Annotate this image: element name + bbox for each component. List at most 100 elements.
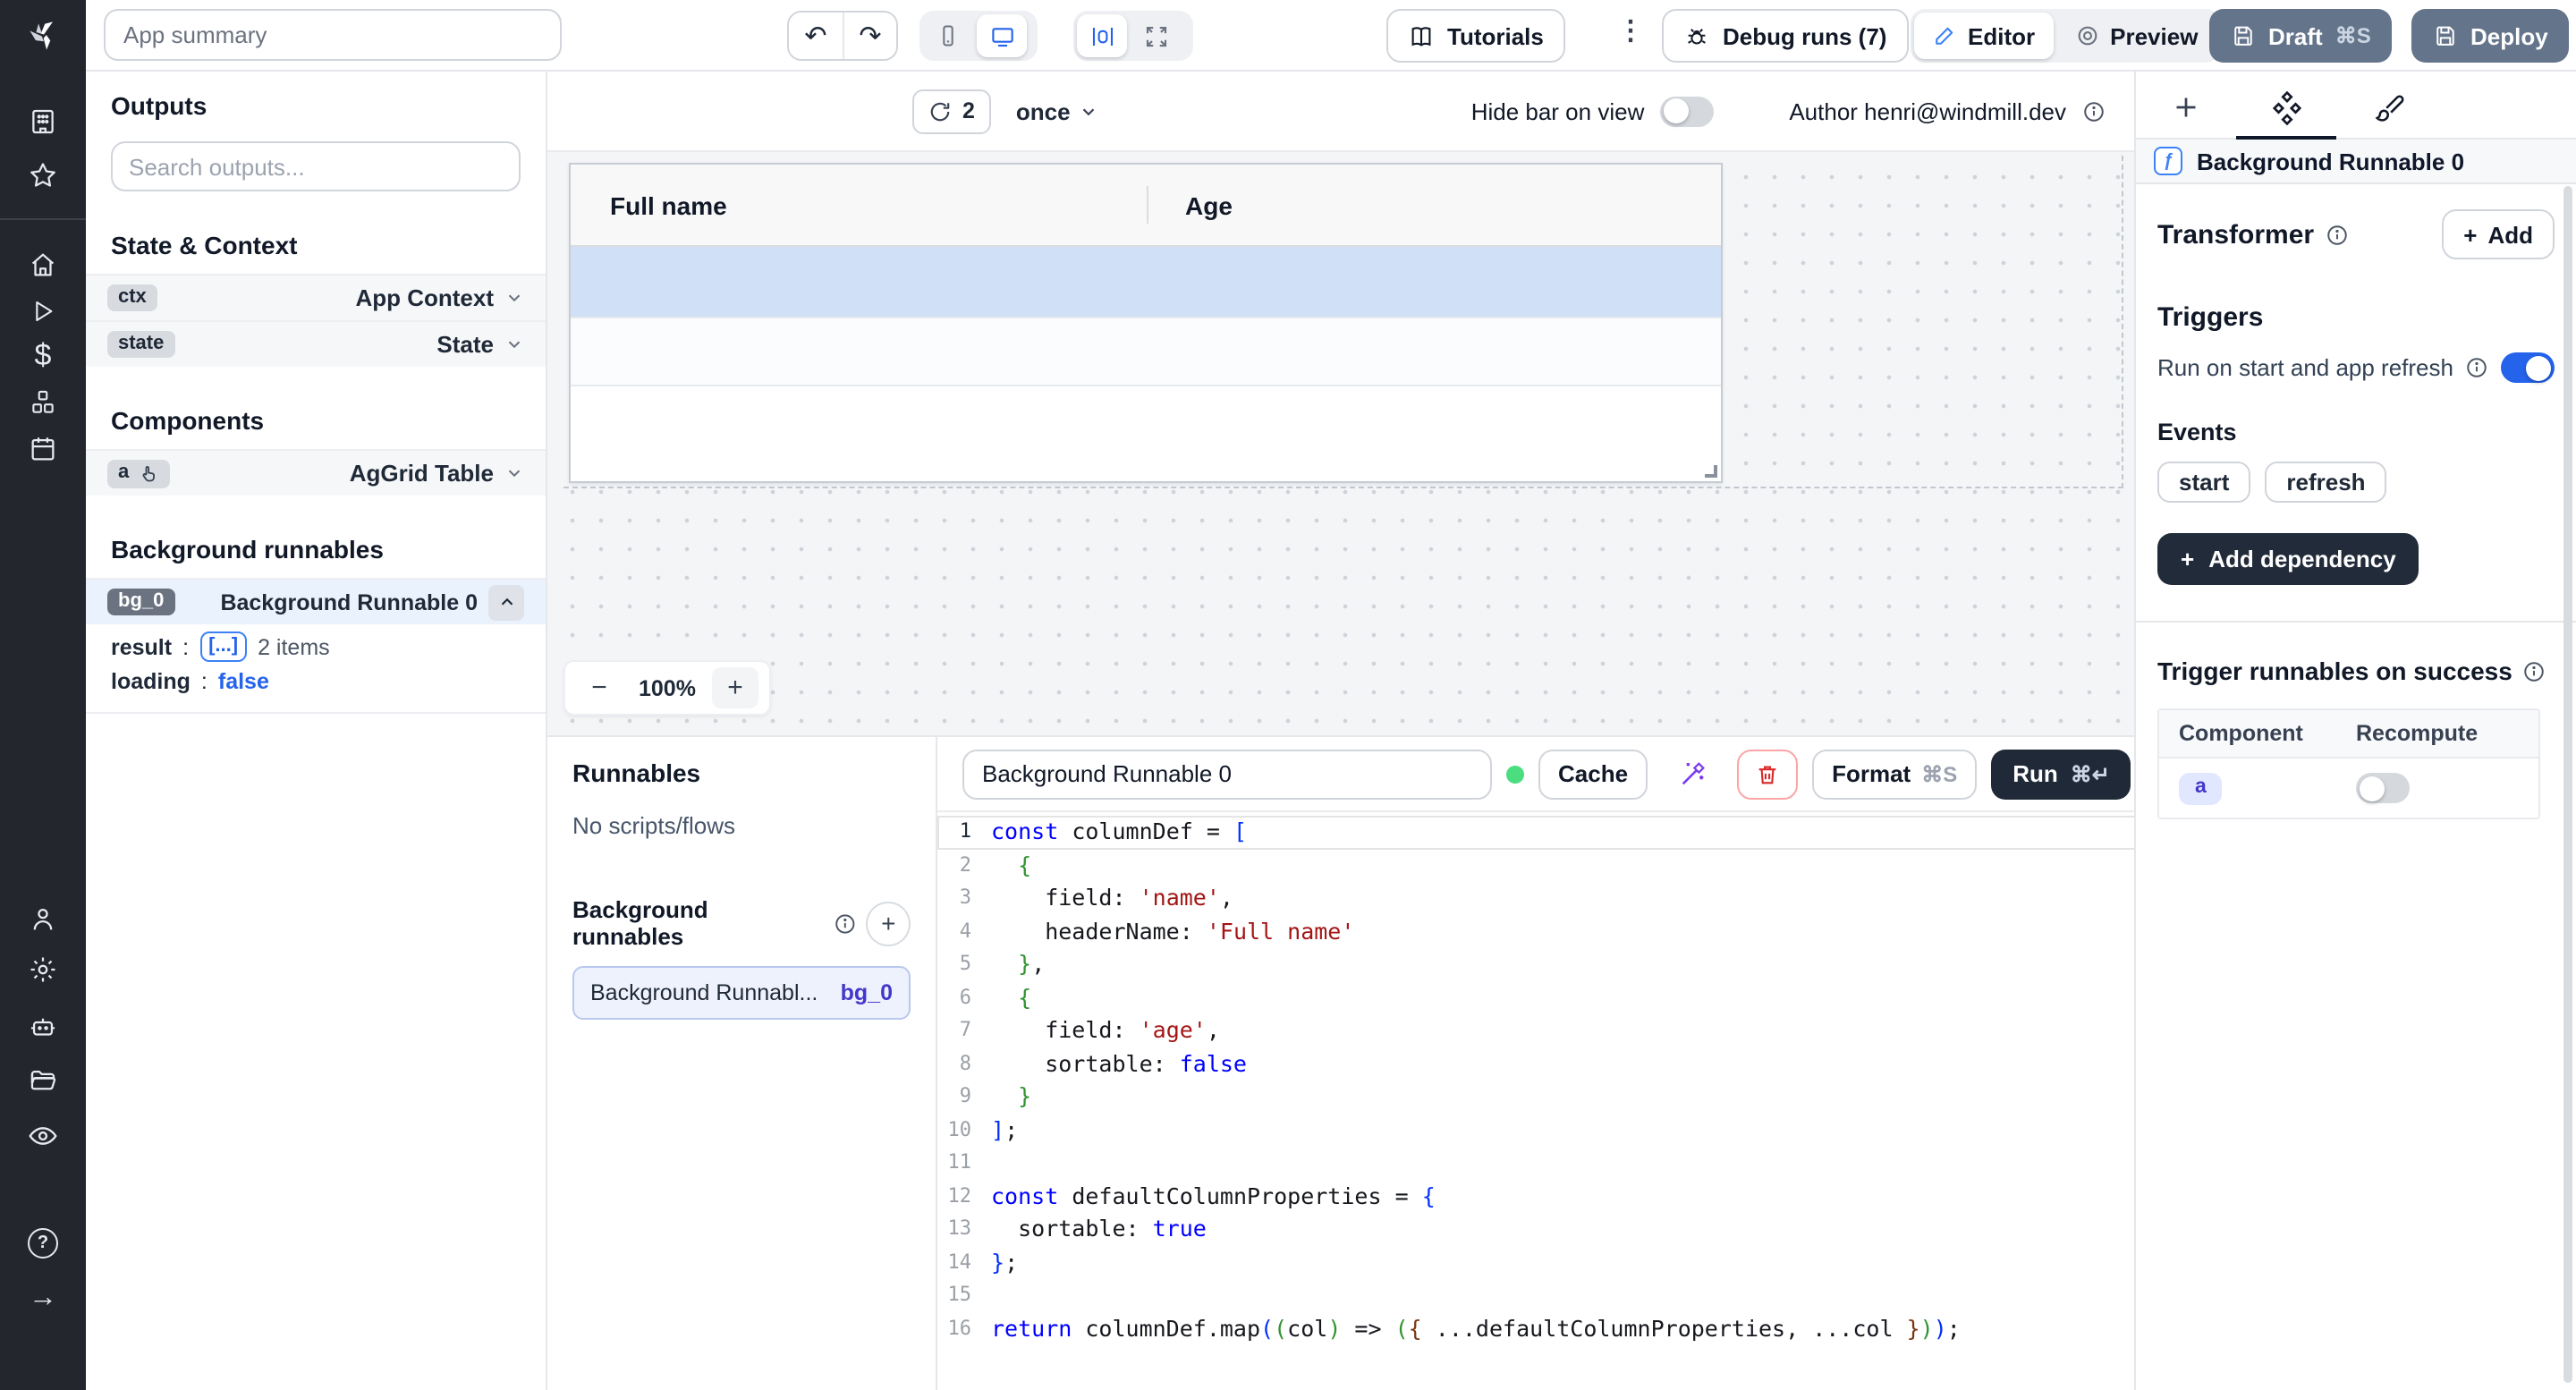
zoom-out-button[interactable]: − xyxy=(576,667,623,708)
ai-wand-button[interactable] xyxy=(1662,749,1723,799)
format-button[interactable]: Format ⌘S xyxy=(1812,749,1977,799)
bg0-badge: bg_0 xyxy=(107,589,174,615)
right-settings-panel: ƒ Background Runnable 0 Transformer + Ad… xyxy=(2134,72,2576,1390)
more-menu-button[interactable]: ⋮ xyxy=(1617,14,1644,47)
zoom-in-button[interactable]: + xyxy=(712,667,758,708)
help-icon[interactable]: ? xyxy=(28,1228,58,1259)
recompute-column-header: Recompute xyxy=(2356,721,2478,746)
aggrid-table-component[interactable]: Full name Age xyxy=(569,163,1723,483)
hide-bar-label: Hide bar on view xyxy=(1471,97,1645,124)
info-icon[interactable] xyxy=(2082,99,2106,123)
add-runnable-button[interactable]: + xyxy=(867,901,911,945)
runnable-list-item[interactable]: Background Runnabl... bg_0 xyxy=(572,966,911,1020)
chevron-up-icon xyxy=(496,592,516,612)
right-panel-title: Background Runnable 0 xyxy=(2197,148,2464,174)
chevron-down-icon xyxy=(504,288,524,308)
paintbrush-icon xyxy=(2374,91,2406,123)
recompute-toggle[interactable] xyxy=(2356,773,2410,803)
center-layout-button[interactable] xyxy=(1077,14,1127,57)
variables-dollar-icon[interactable]: $ xyxy=(35,338,52,374)
output-row-state[interactable]: state State xyxy=(86,320,546,367)
run-on-start-label: Run on start and app refresh xyxy=(2157,354,2453,381)
redo-button[interactable]: ↷ xyxy=(843,13,896,59)
fullscreen-button[interactable] xyxy=(1131,14,1181,57)
resize-handle[interactable] xyxy=(1705,465,1717,478)
run-on-start-toggle[interactable] xyxy=(2501,352,2555,383)
runs-play-icon[interactable] xyxy=(29,297,57,326)
draft-label: Draft xyxy=(2268,22,2323,49)
editor-tab[interactable]: Editor xyxy=(1914,13,2053,59)
tutorials-button[interactable]: Tutorials xyxy=(1386,9,1565,63)
cache-button[interactable]: Cache xyxy=(1538,749,1648,799)
state-context-title: State & Context xyxy=(111,231,521,259)
deploy-button[interactable]: Deploy xyxy=(2411,9,2570,63)
collapse-button[interactable] xyxy=(488,584,524,620)
component-a-badge: a xyxy=(107,459,170,487)
zoom-level: 100% xyxy=(630,675,705,700)
editor-header: Cache Format ⌘S Run ⌘↵ xyxy=(937,737,2157,810)
delete-runnable-button[interactable] xyxy=(1737,749,1798,799)
sidebar-nav: $ ? → xyxy=(0,0,86,1390)
mobile-view-button[interactable] xyxy=(923,14,973,57)
output-row-bg0[interactable]: bg_0 Background Runnable 0 xyxy=(86,578,546,624)
hide-bar-toggle[interactable] xyxy=(1660,96,1714,126)
right-panel-scrollbar[interactable] xyxy=(2563,186,2572,1383)
trigger-on-success-title: Trigger runnables on success xyxy=(2157,657,2512,685)
right-panel-tabs xyxy=(2136,72,2576,140)
app-summary-input[interactable] xyxy=(104,9,562,61)
success-runnables-table: Component Recompute a xyxy=(2157,708,2540,819)
editor-preview-switch: Editor Preview xyxy=(1911,9,2219,63)
event-chip-start[interactable]: start xyxy=(2157,462,2250,503)
run-button[interactable]: Run ⌘↵ xyxy=(1991,749,2131,799)
preview-tab[interactable]: Preview xyxy=(2056,13,2216,59)
code-editor[interactable]: 1const columnDef = [2 {3 field: 'name',4… xyxy=(937,810,2157,1390)
resources-cubes-icon[interactable] xyxy=(28,387,58,418)
preview-tab-label: Preview xyxy=(2110,22,2198,49)
triggers-title: Triggers xyxy=(2157,302,2555,333)
undo-redo-group: ↶ ↷ xyxy=(787,11,898,61)
bg0-label: Background Runnable 0 xyxy=(220,589,478,614)
desktop-view-button[interactable] xyxy=(977,14,1027,57)
author-label: Author henri@windmill.dev xyxy=(1789,97,2066,124)
right-panel-header: ƒ Background Runnable 0 xyxy=(2136,140,2576,184)
user-icon[interactable] xyxy=(28,904,58,935)
info-icon[interactable] xyxy=(833,911,856,935)
home-icon[interactable] xyxy=(28,250,58,280)
folders-icon[interactable] xyxy=(28,1065,58,1096)
info-icon[interactable] xyxy=(2325,223,2348,246)
expand-result-chip[interactable]: [...] xyxy=(199,631,247,662)
output-row-component-a[interactable]: a AgGrid Table xyxy=(86,449,546,496)
runnables-empty-text: No scripts/flows xyxy=(572,812,911,839)
output-row-ctx[interactable]: ctx App Context xyxy=(86,274,546,320)
component-settings-tab[interactable] xyxy=(2265,86,2308,129)
workspace-building-icon[interactable] xyxy=(28,106,58,137)
refresh-count-button[interactable]: 2 xyxy=(912,89,991,133)
pointer-hand-icon xyxy=(138,462,159,484)
editor-tab-label: Editor xyxy=(1968,22,2035,49)
audit-eye-icon[interactable] xyxy=(27,1120,59,1152)
favorites-star-icon[interactable] xyxy=(28,160,58,191)
styling-tab[interactable] xyxy=(2368,86,2411,129)
info-icon[interactable] xyxy=(2464,356,2487,379)
app-canvas[interactable]: Full name Age − 100% + xyxy=(547,152,2134,735)
runnable-name-input[interactable] xyxy=(962,749,1492,799)
workers-robot-icon[interactable] xyxy=(28,1012,58,1042)
frequency-select[interactable]: once xyxy=(1016,97,1099,124)
add-component-tab[interactable] xyxy=(2165,86,2207,129)
add-transformer-button[interactable]: + Add xyxy=(2442,209,2555,259)
windmill-logo-icon[interactable] xyxy=(23,16,63,55)
expand-sidebar-arrow-icon[interactable]: → xyxy=(29,1283,57,1315)
windmill-app-editor: $ ? → ↶ ↷ xyxy=(0,0,2576,1390)
settings-gear-icon[interactable] xyxy=(28,954,58,985)
chevron-down-icon xyxy=(504,335,524,354)
add-dependency-button[interactable]: + Add dependency xyxy=(2157,533,2419,585)
status-dot xyxy=(1506,765,1524,783)
schedules-calendar-icon[interactable] xyxy=(28,434,58,464)
search-outputs-input[interactable] xyxy=(111,141,521,191)
undo-button[interactable]: ↶ xyxy=(789,13,843,59)
debug-runs-button[interactable]: Debug runs (7) xyxy=(1662,9,1908,63)
event-chip-refresh[interactable]: refresh xyxy=(2265,462,2386,503)
runnable-item-label: Background Runnabl... xyxy=(590,980,818,1005)
info-icon[interactable] xyxy=(2523,659,2546,682)
draft-button[interactable]: Draft ⌘S xyxy=(2209,9,2393,63)
